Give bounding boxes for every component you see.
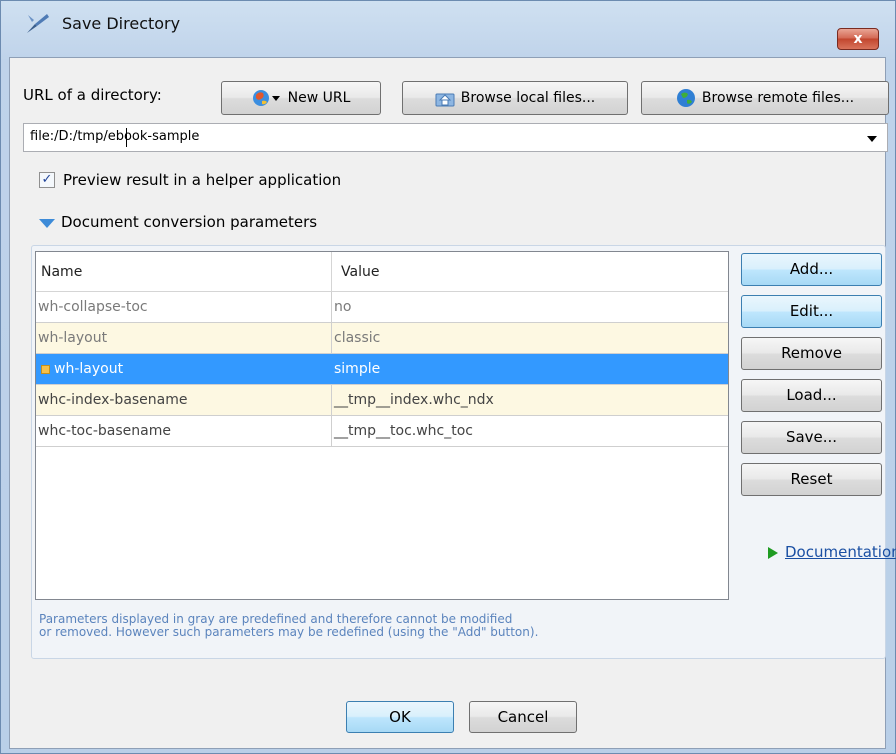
param-name-cell: wh-layout (36, 323, 332, 353)
table-row[interactable]: wh-layout classic (36, 323, 728, 354)
url-input[interactable]: file:/D:/tmp/ebook-sample (30, 129, 199, 144)
param-name-cell: whc-index-basename (36, 385, 332, 415)
param-value-cell: __tmp__toc.whc_toc (334, 423, 473, 439)
cancel-button[interactable]: Cancel (469, 701, 577, 733)
preview-checkbox-label[interactable]: Preview result in a helper application (63, 171, 341, 189)
pen-nib-icon (27, 14, 49, 33)
globe-icon (676, 89, 695, 107)
close-button[interactable]: x (837, 28, 879, 50)
params-hint: Parameters displayed in gray are predefi… (39, 613, 538, 639)
param-value-cell: no (334, 299, 352, 315)
column-header-value[interactable]: Value (332, 252, 728, 292)
edit-button[interactable]: Edit... (741, 295, 882, 328)
url-combobox[interactable]: file:/D:/tmp/ebook-sample (23, 123, 888, 152)
param-value-cell: simple (334, 361, 381, 377)
remove-button[interactable]: Remove (741, 337, 882, 370)
conversion-params-header[interactable]: Document conversion parameters (61, 213, 317, 231)
close-icon: x (853, 31, 863, 47)
param-name-cell: whc-toc-basename (36, 416, 332, 446)
new-url-label: New URL (287, 90, 351, 106)
text-caret (126, 128, 127, 147)
checkmark-icon: ✓ (41, 172, 53, 187)
collapse-triangle-icon[interactable] (39, 219, 55, 228)
param-value-cell: classic (334, 330, 381, 346)
documentation-link[interactable]: Documentation (785, 543, 896, 561)
title-bar: Save Directory x (1, 1, 895, 50)
browse-local-label: Browse local files... (460, 90, 596, 106)
param-name-cell: wh-layout (36, 354, 332, 384)
table-row[interactable]: whc-toc-basename __tmp__toc.whc_toc (36, 416, 728, 447)
url-label: URL of a directory: (23, 86, 162, 104)
preview-checkbox[interactable]: ✓ (39, 172, 55, 188)
table-row[interactable]: whc-index-basename __tmp__index.whc_ndx (36, 385, 728, 416)
column-header-name[interactable]: Name (36, 252, 332, 292)
override-marker-icon (41, 364, 50, 374)
params-hint-line: or removed. However such parameters may … (39, 625, 539, 639)
globe-dropdown-icon (252, 90, 280, 106)
browse-remote-label: Browse remote files... (701, 90, 855, 106)
reset-button[interactable]: Reset (741, 463, 882, 496)
browse-remote-files-button[interactable]: Browse remote files... (641, 81, 889, 115)
chevron-down-icon[interactable] (867, 136, 877, 142)
param-name-cell: wh-collapse-toc (36, 292, 332, 322)
new-url-button[interactable]: New URL (221, 81, 381, 115)
save-button[interactable]: Save... (741, 421, 882, 454)
window-title: Save Directory (62, 14, 181, 33)
table-row[interactable]: wh-collapse-toc no (36, 292, 728, 323)
folder-home-icon (435, 93, 455, 107)
param-value-cell: __tmp__index.whc_ndx (334, 392, 494, 408)
play-arrow-icon (768, 547, 778, 559)
params-table: Name Value wh-collapse-toc no wh-layout … (35, 251, 729, 600)
add-button[interactable]: Add... (741, 253, 882, 286)
load-button[interactable]: Load... (741, 379, 882, 412)
param-name-text: wh-layout (54, 361, 124, 377)
ok-button[interactable]: OK (346, 701, 454, 733)
browse-local-files-button[interactable]: Browse local files... (402, 81, 628, 115)
table-row-selected[interactable]: wh-layout simple (36, 354, 728, 385)
